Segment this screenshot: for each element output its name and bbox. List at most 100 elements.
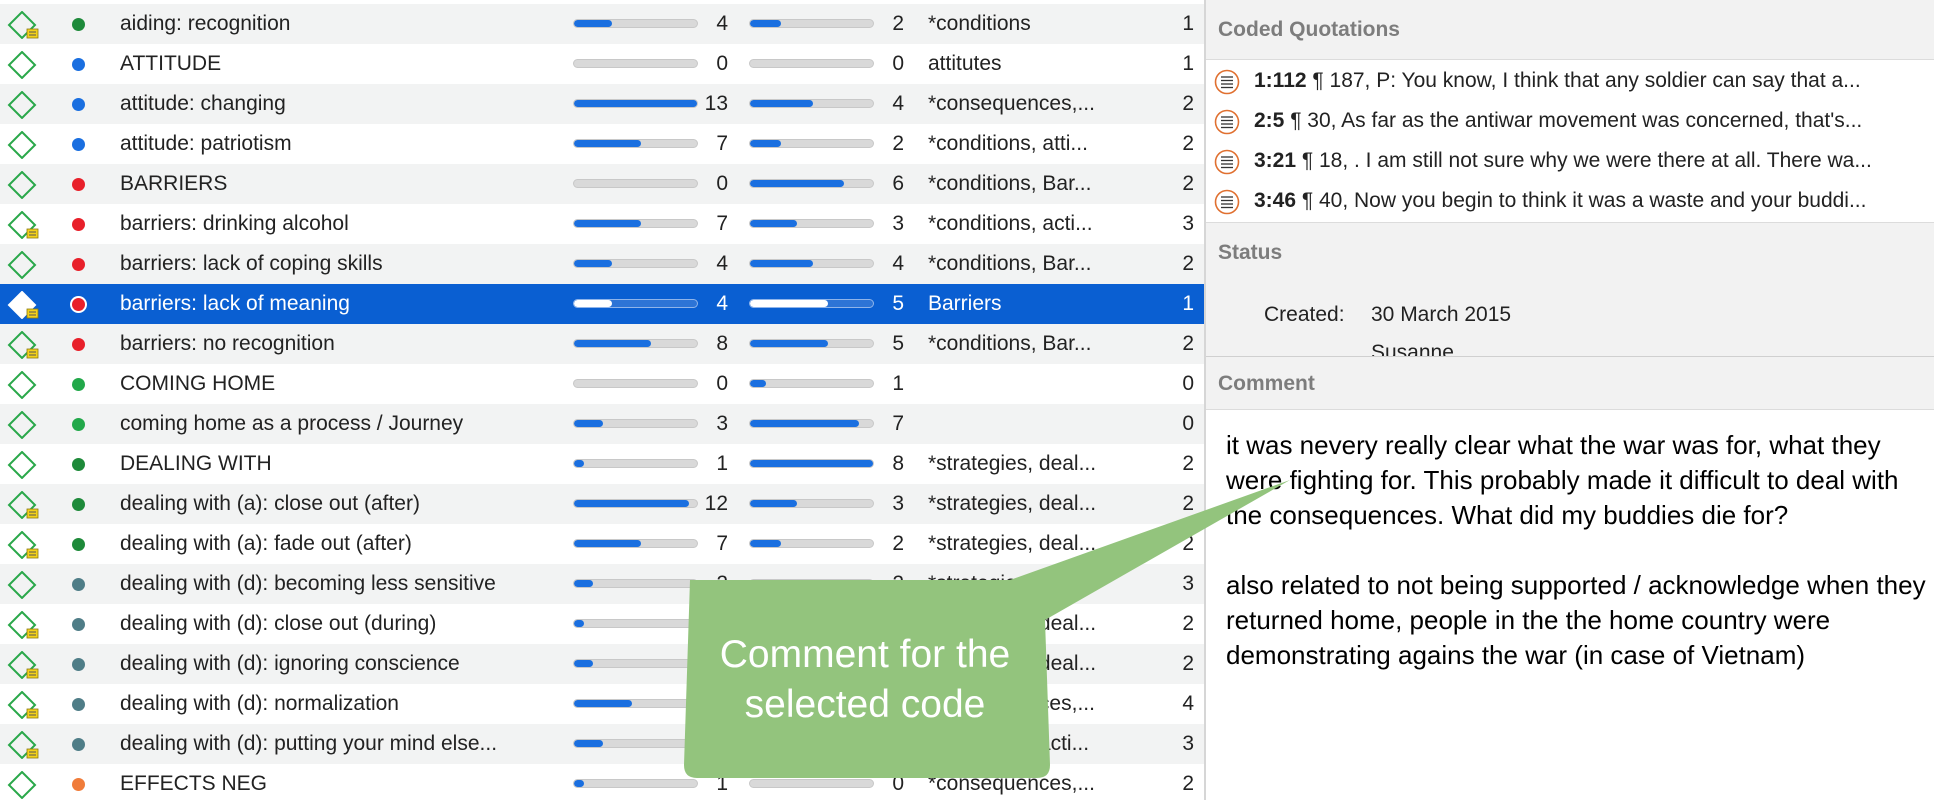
density-value: 6 [892,172,904,195]
code-color-dot [72,618,85,631]
code-icon [7,771,37,799]
quotation-item[interactable]: 1:112 ¶ 187, P: You know, I think that a… [1206,61,1934,101]
density-bar [749,299,874,308]
density-value: 5 [892,292,904,315]
code-row[interactable]: BARRIERS 0 6 *conditions, Bar... 2 [0,164,1204,204]
documents-count: 2 [1182,492,1194,515]
code-row[interactable]: ATTITUDE 0 0 attitutes 1 [0,44,1204,84]
groundedness-bar [573,779,698,788]
created-by: Susanne [1371,341,1454,357]
code-color-dot [72,538,85,551]
code-name: dealing with (d): close out (during) [120,612,437,635]
code-row[interactable]: dealing with (d): putting your mind else… [0,724,1204,764]
code-row[interactable]: dealing with (a): fade out (after) 7 2 *str… [0,524,1204,564]
groundedness-bar [573,299,698,308]
quotation-icon [1214,189,1240,215]
code-color-dot [72,98,85,111]
groundedness-value: 7 [716,532,728,555]
code-row[interactable]: DEALING WITH 1 8 *strategies, deal... 2 [0,444,1204,484]
code-color-dot [72,338,85,351]
code-row[interactable]: COMING HOME 0 1 0 [0,364,1204,404]
comment-header[interactable]: Comment [1206,356,1934,410]
documents-count: 3 [1182,212,1194,235]
code-name: barriers: drinking alcohol [120,212,349,235]
groundedness-value: 1 [716,452,728,475]
code-name: dealing with (a): fade out (after) [120,532,412,555]
code-name: dealing with (d): ignoring conscience [120,652,460,675]
code-name: barriers: no recognition [120,332,335,355]
code-row[interactable]: aiding: recognition 4 2 *conditions 1 [0,4,1204,44]
code-row[interactable]: barriers: lack of coping skills 4 4 *condit… [0,244,1204,284]
quotation-item[interactable]: 2:5 ¶ 30, As far as the antiwar movement… [1206,101,1934,141]
groundedness-value: 0 [716,372,728,395]
quotation-label: 2:5 ¶ 30, As far as the antiwar movement… [1254,101,1934,141]
density-value: 2 [892,732,904,755]
code-memo-icon [7,731,39,759]
groundedness-bar [573,419,698,428]
code-name: BARRIERS [120,172,228,195]
groundedness-bar [573,59,698,68]
quotation-item[interactable]: 3:21 ¶ 18, . I am still not sure why we … [1206,141,1934,181]
code-groups: *strategies, deal... [928,532,1097,555]
code-groups: *conditions, Bar... [928,332,1092,355]
groundedness-bar [573,339,698,348]
density-bar [749,579,874,588]
density-value: 8 [892,452,904,475]
code-color-dot [72,658,85,671]
documents-count: 2 [1182,772,1194,795]
code-name: aiding: recognition [120,12,291,35]
code-row[interactable]: dealing with (d): becoming less sensitiv… [0,564,1204,604]
code-row[interactable]: attitude: patriotism 7 2 *conditions, atti.… [0,124,1204,164]
code-groups: *strategies, acti... [928,732,1090,755]
code-name: barriers: lack of meaning [120,292,350,315]
code-row[interactable]: dealing with (a): close out (after) 12 3 *s… [0,484,1204,524]
code-name: coming home as a process / Journey [120,412,464,435]
groundedness-value: 2 [716,572,728,595]
code-icon [7,51,37,79]
documents-count: 2 [1182,612,1194,635]
inspector-panel: Coded Quotations 1:112 ¶ 187, P: You kno… [1206,0,1934,800]
code-row[interactable]: barriers: lack of meaning 4 5 Barriers 1 [0,284,1204,324]
density-bar [749,259,874,268]
quotation-item[interactable]: 3:46 ¶ 40, Now you begin to think it was… [1206,181,1934,221]
created-value: 30 March 2015 [1371,303,1512,326]
code-icon [7,571,37,599]
quotation-label: 1:112 ¶ 187, P: You know, I think that a… [1254,61,1934,101]
density-bar [749,459,874,468]
code-name: barriers: lack of coping skills [120,252,383,275]
coded-quotations-header[interactable]: Coded Quotations [1206,0,1934,60]
code-icon [7,251,37,279]
groundedness-bar [573,739,698,748]
groundedness-value: 4 [716,12,728,35]
density-value: 4 [892,92,904,115]
density-bar [749,619,874,628]
code-color-dot [72,58,85,71]
code-name: dealing with (a): close out (after) [120,492,420,515]
code-name: dealing with (d): becoming less sensitiv… [120,572,496,595]
code-row[interactable]: coming home as a process / Journey 3 7 0 [0,404,1204,444]
quotation-text: ¶ 187, P: You know, I think that any sol… [1306,69,1861,92]
status-header[interactable]: Status [1218,241,1282,265]
density-bar [749,99,874,108]
density-bar [749,739,874,748]
code-icon [7,131,37,159]
code-row[interactable]: attitude: changing 13 4 *consequences,... 2 [0,84,1204,124]
quotation-id: 2:5 [1254,109,1285,132]
code-memo-icon [7,331,39,359]
code-name: attitude: changing [120,92,286,115]
code-row[interactable]: barriers: no recognition 8 5 *conditions, B… [0,324,1204,364]
comment-editor[interactable]: it was nevery really clear what the war … [1226,428,1926,673]
documents-count: 2 [1182,532,1194,555]
documents-count: 1 [1182,292,1194,315]
code-color-dot [72,378,85,391]
density-value: 2 [892,532,904,555]
code-row[interactable]: barriers: drinking alcohol 7 3 *conditions,… [0,204,1204,244]
code-icon [7,451,37,479]
code-icon [7,171,37,199]
density-value: 1 [892,372,904,395]
groundedness-bar [573,539,698,548]
code-row[interactable]: EFFECTS NEG 1 0 *consequences,... 2 [0,764,1204,800]
quotation-id: 3:46 [1254,189,1297,212]
code-color-dot [72,498,85,511]
code-groups: *strategies, deal... [928,492,1097,515]
